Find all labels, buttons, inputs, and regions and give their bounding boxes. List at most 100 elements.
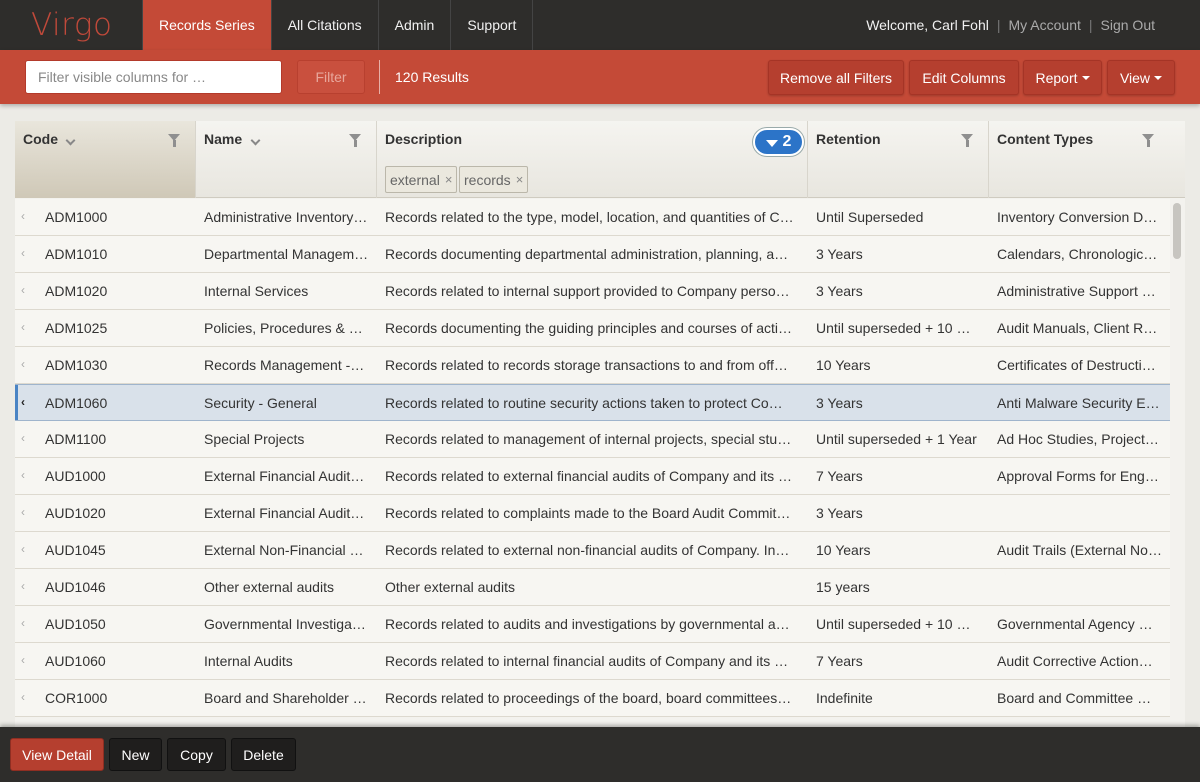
- filter-chip[interactable]: external ×: [385, 166, 458, 193]
- my-account-link[interactable]: My Account: [1009, 17, 1081, 33]
- table-row[interactable]: ‹ ADM1025 Policies, Procedures & … Records …: [15, 310, 1170, 347]
- cell-code: AUD1000: [45, 468, 106, 484]
- table-row[interactable]: ‹ ADM1000 Administrative Inventory… Records…: [15, 199, 1170, 236]
- cell-content-types: Administrative Support …: [997, 283, 1156, 299]
- row-expand-icon[interactable]: ‹: [21, 569, 25, 606]
- cell-content-types: [997, 569, 1163, 606]
- cell-content-types: Board and Committee …: [997, 690, 1152, 706]
- cell-content-types: Approval Forms for Eng…: [997, 468, 1159, 484]
- cell-description: Other external audits: [385, 579, 515, 595]
- sign-out-link[interactable]: Sign Out: [1101, 17, 1155, 33]
- cell-name: Records Management -…: [204, 357, 365, 373]
- filter-button[interactable]: Filter: [297, 60, 365, 94]
- grid-body: ‹ ADM1000 Administrative Inventory… Records…: [15, 199, 1170, 727]
- remove-all-filters-button[interactable]: Remove all Filters: [768, 60, 904, 95]
- filter-funnel-icon[interactable]: [168, 134, 180, 147]
- tab-support[interactable]: Support: [451, 0, 534, 50]
- table-row[interactable]: ‹ ADM1030 Records Management -… Records rel…: [15, 347, 1170, 384]
- report-dropdown[interactable]: Report: [1023, 60, 1102, 95]
- tab-admin[interactable]: Admin: [379, 0, 452, 50]
- remove-chip-icon[interactable]: ×: [445, 172, 453, 187]
- table-row[interactable]: ‹ AUD1000 External Financial Audit… Records…: [15, 458, 1170, 495]
- filter-funnel-icon[interactable]: [961, 134, 973, 147]
- records-grid: Code Name Description external × records…: [15, 121, 1185, 727]
- vertical-scrollbar[interactable]: [1170, 199, 1185, 727]
- cell-retention: 3 Years: [816, 246, 863, 262]
- row-expand-icon[interactable]: ‹: [21, 680, 25, 717]
- cell-retention: 3 Years: [816, 505, 863, 521]
- cell-content-types: Anti Malware Security E…: [997, 395, 1160, 411]
- cell-description: Records related to internal support prov…: [385, 283, 790, 299]
- cell-name: External Financial Audit…: [204, 505, 365, 521]
- row-expand-icon[interactable]: ‹: [21, 199, 25, 236]
- nav-separator: |: [1088, 17, 1093, 33]
- row-expand-icon[interactable]: ‹: [21, 643, 25, 680]
- cell-code: COR1000: [45, 690, 108, 706]
- new-button[interactable]: New: [109, 738, 162, 771]
- row-expand-icon[interactable]: ‹: [21, 273, 25, 310]
- chevron-down-icon[interactable]: [250, 135, 261, 146]
- view-detail-button[interactable]: View Detail: [10, 738, 104, 771]
- row-expand-icon[interactable]: ‹: [21, 606, 25, 643]
- cell-code: AUD1060: [45, 653, 106, 669]
- filter-funnel-icon[interactable]: [349, 134, 361, 147]
- filter-chip[interactable]: records ×: [459, 166, 529, 193]
- cell-name: Security - General: [204, 395, 317, 411]
- chevron-down-icon[interactable]: [65, 135, 76, 146]
- toolbar-divider: [379, 60, 380, 94]
- report-label: Report: [1035, 69, 1078, 86]
- column-header-name[interactable]: Name: [196, 121, 377, 198]
- scrollbar-thumb[interactable]: [1173, 203, 1181, 259]
- welcome-text: Welcome, Carl Fohl: [866, 17, 989, 33]
- column-header-description[interactable]: Description external × records ×: [377, 121, 808, 198]
- row-expand-icon[interactable]: ‹: [21, 421, 25, 458]
- view-dropdown[interactable]: View: [1107, 60, 1175, 95]
- cell-description: Records related to external non-financia…: [385, 542, 790, 558]
- filter-input[interactable]: [25, 60, 282, 94]
- row-expand-icon[interactable]: ‹: [21, 532, 25, 569]
- cell-code: ADM1100: [45, 431, 107, 447]
- cell-content-types: Certificates of Destructi…: [997, 357, 1156, 373]
- remove-chip-icon[interactable]: ×: [516, 172, 524, 187]
- row-expand-icon[interactable]: ‹: [21, 236, 25, 273]
- column-header-retention[interactable]: Retention: [808, 121, 989, 198]
- cell-retention: Until Superseded: [816, 209, 924, 225]
- cell-name: Departmental Managem…: [204, 246, 369, 262]
- active-filter-badge[interactable]: 2: [753, 128, 804, 156]
- row-expand-icon[interactable]: ‹: [21, 385, 25, 422]
- row-expand-icon[interactable]: ‹: [21, 310, 25, 347]
- table-row[interactable]: ‹ AUD1020 External Financial Audit… Records…: [15, 495, 1170, 532]
- tab-all-citations[interactable]: All Citations: [272, 0, 379, 50]
- cell-description: Records related to management of interna…: [385, 431, 792, 447]
- table-row[interactable]: ‹ AUD1050 Governmental Investiga… Records r…: [15, 606, 1170, 643]
- table-row[interactable]: ‹ ADM1100 Special Projects Records related …: [15, 421, 1170, 458]
- table-row[interactable]: ‹ ADM1020 Internal Services Records related…: [15, 273, 1170, 310]
- cell-code: AUD1046: [45, 579, 106, 595]
- copy-button[interactable]: Copy: [167, 738, 226, 771]
- table-row[interactable]: ‹ AUD1045 External Non-Financial … Records …: [15, 532, 1170, 569]
- row-expand-icon[interactable]: ‹: [21, 495, 25, 532]
- table-row[interactable]: ‹ ADM1010 Departmental Managem… Records doc…: [15, 236, 1170, 273]
- column-label: Name: [204, 131, 243, 147]
- active-filter-count: 2: [782, 133, 792, 150]
- row-expand-icon[interactable]: ‹: [21, 347, 25, 384]
- column-header-code[interactable]: Code: [15, 121, 196, 198]
- table-row[interactable]: ‹ AUD1046 Other external audits Other exter…: [15, 569, 1170, 606]
- cell-retention: 7 Years: [816, 653, 863, 669]
- edit-columns-button[interactable]: Edit Columns: [909, 60, 1019, 95]
- column-header-content-types[interactable]: Content Types: [989, 121, 1185, 198]
- table-row[interactable]: ‹ ADM1060 Security - General Records relate…: [15, 384, 1170, 421]
- cell-description: Records documenting departmental adminis…: [385, 246, 789, 262]
- delete-button[interactable]: Delete: [231, 738, 296, 771]
- cell-code: ADM1060: [45, 395, 108, 411]
- table-row[interactable]: ‹ COR1000 Board and Shareholder … Records r…: [15, 680, 1170, 717]
- cell-code: ADM1025: [45, 320, 108, 336]
- cell-code: AUD1020: [45, 505, 106, 521]
- table-row[interactable]: ‹ AUD1060 Internal Audits Records related t…: [15, 643, 1170, 680]
- cell-name: Board and Shareholder …: [204, 690, 367, 706]
- filter-funnel-icon[interactable]: [1142, 134, 1154, 147]
- tab-records-series[interactable]: Records Series: [143, 0, 272, 50]
- cell-description: Records related to internal financial au…: [385, 653, 789, 669]
- row-expand-icon[interactable]: ‹: [21, 458, 25, 495]
- app-logo[interactable]: Virgo: [0, 0, 143, 50]
